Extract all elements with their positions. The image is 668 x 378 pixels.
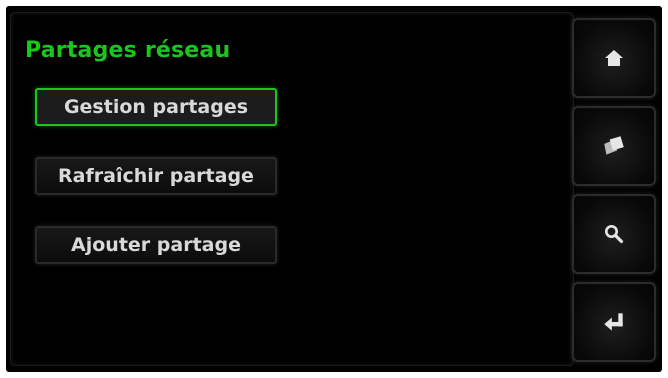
main-panel: Partages réseau Gestion partages Rafraîc… (10, 12, 574, 366)
home-icon (605, 50, 623, 66)
ajouter-partage-button[interactable]: Ajouter partage (35, 226, 277, 264)
enter-return-icon (604, 313, 623, 331)
page-title: Partages réseau (25, 38, 231, 63)
device-frame: Partages réseau Gestion partages Rafraîc… (0, 0, 668, 378)
device-screen: Partages réseau Gestion partages Rafraîc… (6, 6, 662, 372)
home-button[interactable] (572, 18, 656, 98)
rafraichir-partage-button[interactable]: Rafraîchir partage (35, 157, 277, 195)
search-icon (605, 225, 624, 244)
back-button[interactable] (572, 282, 656, 362)
cards-icon (604, 136, 624, 155)
search-button[interactable] (572, 194, 656, 274)
cards-button[interactable] (572, 106, 656, 186)
gestion-partages-button[interactable]: Gestion partages (35, 88, 277, 126)
